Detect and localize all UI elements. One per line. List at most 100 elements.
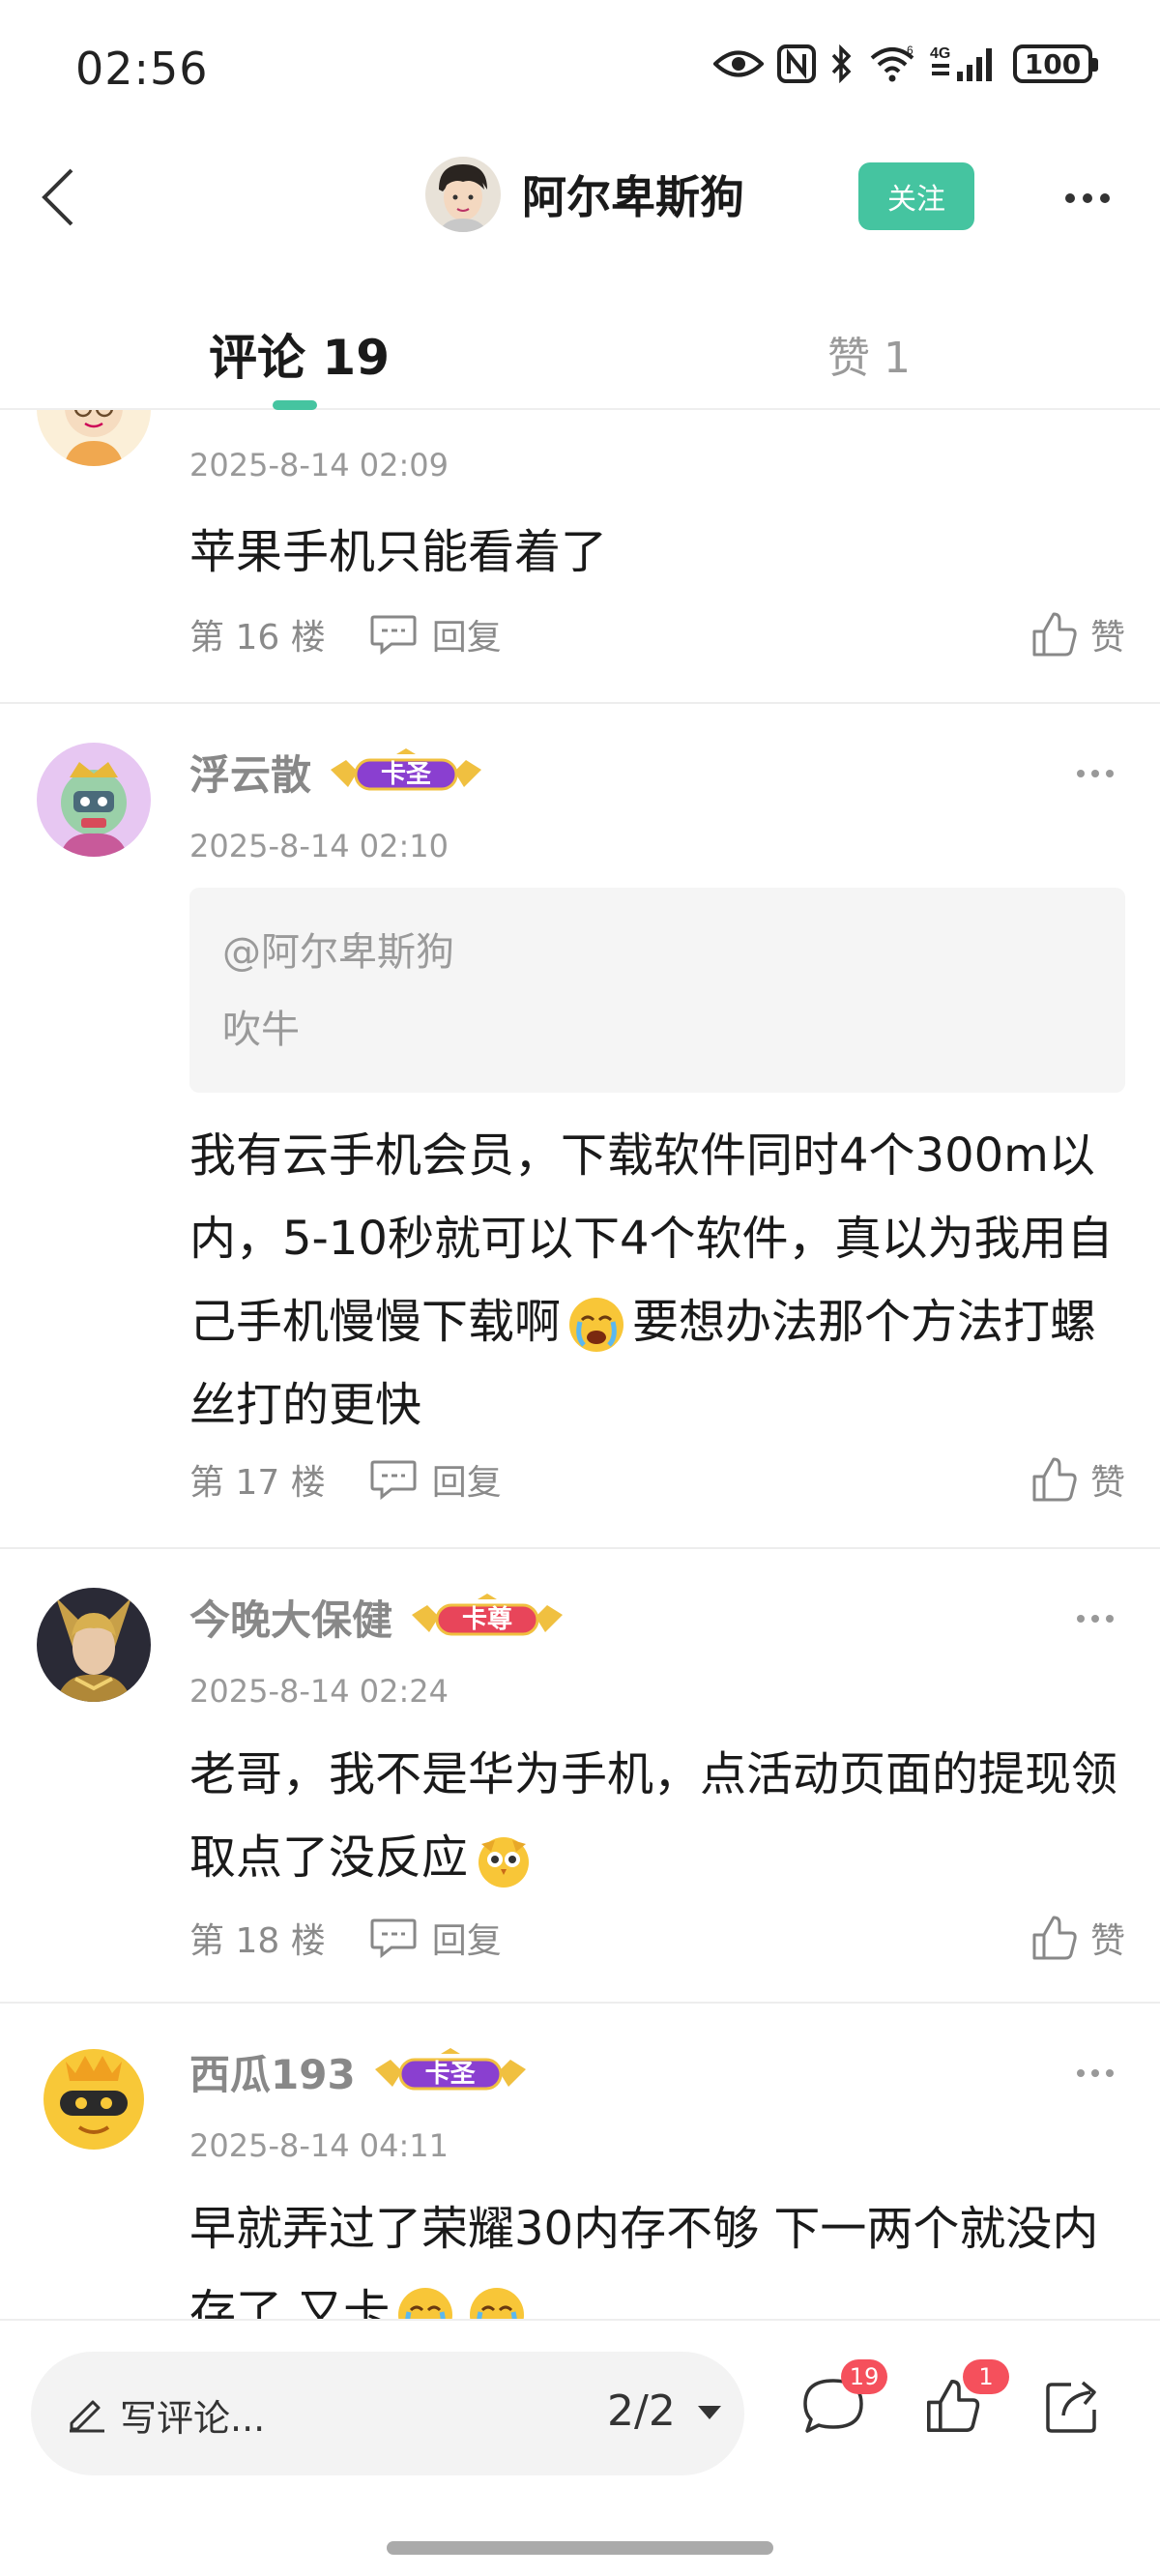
- author-name[interactable]: 阿尔卑斯狗: [522, 162, 744, 226]
- reply-icon: [370, 1460, 417, 1501]
- comment-date: 2025-8-14 04:11: [189, 2127, 449, 2164]
- battery-icon: 100: [1013, 44, 1098, 83]
- tab-bar: 评论 19 赞 1: [0, 290, 1160, 410]
- chevron-left-icon: [42, 168, 73, 226]
- crying-emoji-icon: [467, 2285, 527, 2319]
- back-button[interactable]: [19, 159, 97, 236]
- author-avatar[interactable]: [425, 157, 501, 232]
- tab-likes[interactable]: 赞 1: [827, 323, 911, 385]
- reply-button[interactable]: 回复: [368, 1913, 502, 1963]
- bluetooth-icon: [831, 44, 852, 83]
- commenter-avatar[interactable]: [37, 2042, 151, 2156]
- level-badge: 卡尊: [410, 1593, 565, 1642]
- comment-item: 浮云散 卡圣 2025-8-14 02:10 @阿尔卑斯狗 吹牛 我有云手机会员…: [0, 704, 1160, 1549]
- crying-emoji-icon: [566, 1295, 626, 1355]
- commenter-name[interactable]: 浮云散: [189, 743, 311, 802]
- comment-count-badge: 19: [841, 2359, 887, 2394]
- comment-text: 老哥，我不是华为手机，点活动页面的提现领取点了没反应: [189, 1747, 1118, 1885]
- quoted-comment[interactable]: @阿尔卑斯狗 吹牛: [189, 888, 1125, 1093]
- page-indicator[interactable]: 2/2: [607, 2386, 676, 2436]
- comment-footer: 第 18 楼 回复 赞: [189, 1909, 1125, 1967]
- comment-item: 今晚大保健 卡尊 2025-8-14 02:24 老哥，我不是华为手机，点活动页…: [0, 1549, 1160, 2004]
- commenter-name[interactable]: 今晚大保健: [189, 1588, 392, 1647]
- reply-button[interactable]: 回复: [368, 1454, 502, 1505]
- comment-date: 2025-8-14 02:10: [189, 828, 449, 864]
- eye-icon: [713, 50, 764, 77]
- commenter-name-row: 西瓜193 卡圣: [189, 2042, 528, 2101]
- status-time: 02:56: [75, 43, 209, 95]
- quoted-text: 吹牛: [222, 1008, 300, 1052]
- floor-number: 第 18 楼: [189, 1921, 326, 1961]
- like-button[interactable]: 赞: [1030, 609, 1125, 659]
- bottom-bar: 写评论... 2/2 19 1: [0, 2319, 1160, 2576]
- comment-item: 西瓜193 卡圣 2025-8-14 04:11 早就弄过了荣耀30内存不够 下…: [0, 2004, 1160, 2319]
- 4g-signal-icon: 4G: [930, 45, 992, 81]
- more-options-icon[interactable]: [1054, 174, 1121, 222]
- reply-label: 回复: [431, 618, 502, 658]
- comment-date: 2025-8-14 02:24: [189, 1673, 449, 1710]
- like-label: 赞: [1089, 1921, 1125, 1961]
- like-count-badge: 1: [963, 2359, 1009, 2394]
- comment-date: 2025-8-14 02:09: [189, 447, 449, 483]
- commenter-avatar[interactable]: [37, 410, 151, 466]
- comment-input-placeholder[interactable]: 写评论...: [120, 2388, 265, 2442]
- reply-icon: [370, 1918, 417, 1959]
- level-badge: 卡圣: [329, 747, 483, 797]
- commenter-name-row: 浮云散 卡圣: [189, 743, 483, 802]
- author-info[interactable]: 阿尔卑斯狗: [425, 157, 744, 232]
- share-icon: [1046, 2381, 1096, 2433]
- tab-active-indicator: [273, 400, 317, 410]
- network-label: 4G: [930, 45, 950, 62]
- caret-down-icon[interactable]: [696, 2404, 723, 2421]
- tab-comments[interactable]: 评论 19: [209, 319, 390, 389]
- owl-emoji-icon: [474, 1830, 534, 1890]
- nfc-icon: [777, 44, 816, 83]
- comment-content: 苹果手机只能看着了: [189, 525, 608, 579]
- share-action[interactable]: [1034, 2367, 1112, 2444]
- comment-footer: 第 16 楼 回复 赞: [189, 605, 1125, 663]
- comment-more-icon[interactable]: [1077, 1615, 1114, 1623]
- thumbs-up-icon: [1032, 1916, 1077, 1960]
- like-button[interactable]: 赞: [1030, 1913, 1125, 1963]
- pencil-icon: [70, 2400, 104, 2433]
- comment-content: 早就弄过了荣耀30内存不够 下一两个就没内存了 又卡: [189, 2187, 1129, 2319]
- comment-text: 早就弄过了荣耀30内存不够 下一两个就没内存了 又卡: [189, 2202, 1099, 2319]
- status-bar: 02:56 6 4G 100: [0, 0, 1160, 135]
- reply-label: 回复: [431, 1463, 502, 1503]
- battery-level: 100: [1024, 47, 1082, 80]
- like-button[interactable]: 赞: [1030, 1454, 1125, 1505]
- comments-action[interactable]: 19: [795, 2359, 887, 2444]
- comment-footer: 第 17 楼 回复 赞: [189, 1450, 1125, 1508]
- wifi-icon: 6: [870, 44, 914, 82]
- thumbs-up-icon: [1032, 612, 1077, 657]
- floor-number: 第 17 楼: [189, 1463, 326, 1503]
- quoted-user[interactable]: @阿尔卑斯狗: [222, 921, 454, 977]
- follow-button[interactable]: 关注: [858, 162, 974, 230]
- reply-button[interactable]: 回复: [368, 609, 502, 659]
- comment-list[interactable]: 2025-8-14 02:09 苹果手机只能看着了 第 16 楼 回复 赞 浮云…: [0, 410, 1160, 2319]
- status-icons: 6 4G 100: [713, 44, 1098, 83]
- commenter-avatar[interactable]: [37, 743, 151, 857]
- comment-content: 我有云手机会员，下载软件同时4个300m以内，5-10秒就可以下4个软件，真以为…: [189, 1114, 1135, 1447]
- reply-label: 回复: [431, 1921, 502, 1961]
- home-indicator[interactable]: [387, 2541, 773, 2555]
- thumbs-up-icon: [1032, 1457, 1077, 1502]
- like-label: 赞: [1089, 618, 1125, 658]
- badge-text: 卡尊: [462, 1605, 513, 1634]
- commenter-name-row: 今晚大保健 卡尊: [189, 1588, 565, 1647]
- comment-item: 2025-8-14 02:09 苹果手机只能看着了 第 16 楼 回复 赞: [0, 410, 1160, 704]
- floor-number: 第 16 楼: [189, 618, 326, 658]
- comment-more-icon[interactable]: [1077, 2069, 1114, 2077]
- badge-text: 卡圣: [381, 760, 432, 789]
- svg-text:6: 6: [907, 44, 914, 57]
- comment-more-icon[interactable]: [1077, 770, 1114, 777]
- crying-emoji-icon: [395, 2285, 455, 2319]
- like-label: 赞: [1089, 1463, 1125, 1503]
- badge-text: 卡圣: [424, 2060, 476, 2089]
- comment-input[interactable]: 写评论... 2/2: [31, 2352, 744, 2475]
- commenter-name[interactable]: 西瓜193: [189, 2042, 356, 2101]
- level-badge: 卡圣: [373, 2047, 528, 2096]
- commenter-avatar[interactable]: [37, 1588, 151, 1702]
- header: 阿尔卑斯狗 关注: [0, 135, 1160, 261]
- like-action[interactable]: 1: [914, 2359, 1009, 2444]
